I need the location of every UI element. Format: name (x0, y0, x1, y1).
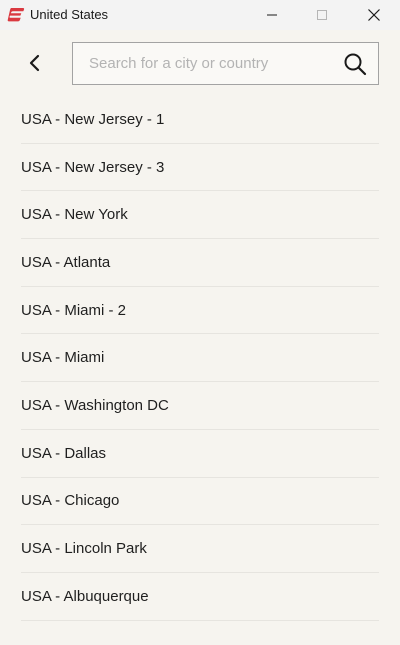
expressvpn-logo-icon (7, 8, 25, 22)
chevron-left-icon (29, 54, 40, 72)
close-icon (368, 9, 380, 21)
minimize-icon (267, 14, 277, 16)
search-button[interactable] (342, 51, 368, 77)
minimize-button[interactable] (249, 0, 295, 30)
location-item[interactable]: USA - Atlanta (21, 239, 379, 287)
location-item[interactable]: USA - Lincoln Park (21, 525, 379, 573)
location-item[interactable]: USA - New York (21, 191, 379, 240)
back-button[interactable] (18, 46, 52, 80)
location-item[interactable]: USA - New Jersey - 3 (21, 144, 379, 192)
location-item[interactable]: USA - Washington DC (21, 382, 379, 430)
close-button[interactable] (351, 0, 397, 30)
window-title: United States (30, 7, 109, 22)
maximize-button[interactable] (299, 0, 345, 30)
location-item[interactable]: USA - Chicago (21, 478, 379, 526)
search-icon (344, 53, 367, 76)
location-item[interactable]: USA - Dallas (21, 430, 379, 478)
location-item[interactable]: USA - New Jersey - 1 (21, 96, 379, 144)
location-list: USA - New Jersey - 1 USA - New Jersey - … (0, 96, 400, 621)
location-item[interactable]: USA - Miami (21, 334, 379, 383)
location-item[interactable]: USA - Miami - 2 (21, 287, 379, 335)
search-box (72, 42, 379, 85)
title-bar: United States (0, 0, 400, 30)
maximize-icon (317, 10, 327, 20)
location-item[interactable]: USA - Albuquerque (21, 573, 379, 621)
search-input[interactable] (73, 43, 328, 84)
